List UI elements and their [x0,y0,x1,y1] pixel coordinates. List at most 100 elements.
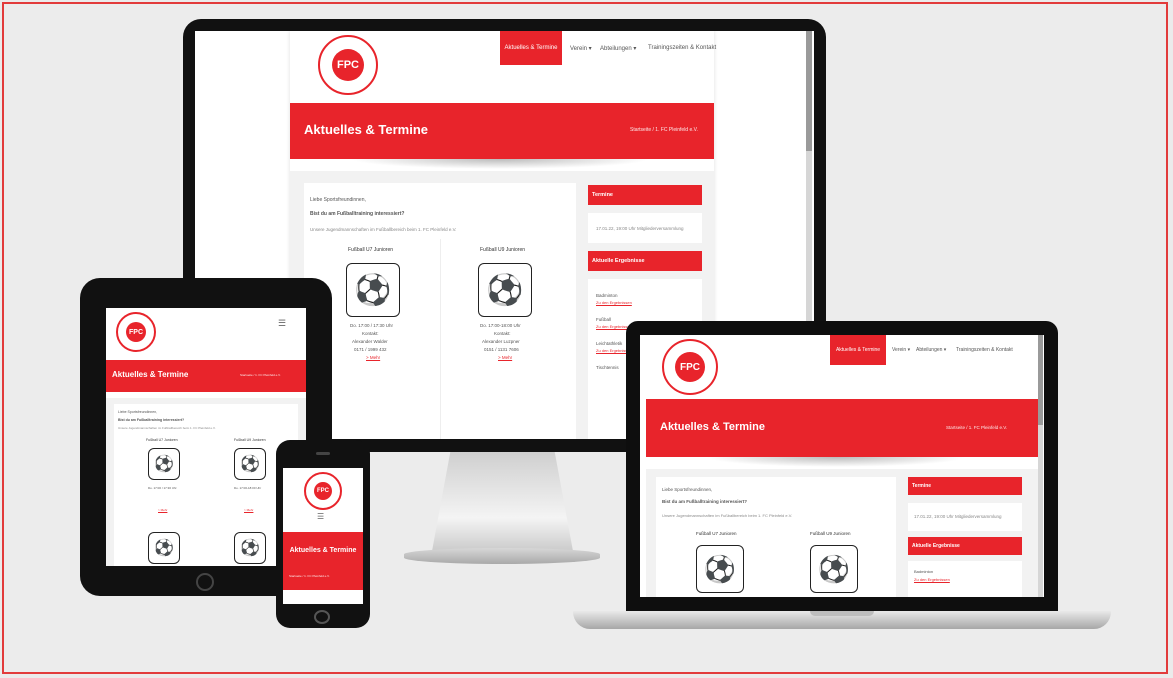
phone-speaker [316,452,330,455]
logo-monogram: FPC [314,482,332,500]
results-heading: Aktuelle Ergebnisse [908,537,1022,555]
intro-text: Unsere Jugendmannschaften im Fußballbere… [662,513,793,518]
nav-verein[interactable]: Verein ▾ [892,347,910,353]
phone-device: FPC ☰ Aktuelles & Termine Startseite / 1… [276,440,370,628]
soccer-player-icon: ⚽ [478,263,532,317]
team-time: Do. 17:00-18:00 Uhr [234,486,262,490]
greeting-text: Liebe Sportsfreundinnen, [118,410,158,414]
soccer-player-icon: ⚽ [234,532,266,564]
page-banner: Aktuelles & Termine Startseite / 1. FC P… [290,103,714,159]
page-title: Aktuelles & Termine [112,370,189,379]
termine-card: 17.01.22, 19:00 Uhr Mitgliederversammlun… [908,503,1022,531]
team-contact-label: Kontakt: [494,331,511,336]
team-title: Fußball U7 Junioren [696,531,737,536]
monitor-stand [430,452,575,562]
club-logo[interactable]: FPC [116,312,156,352]
team-time: Do. 17:00 / 17:30 Uhr [148,486,177,490]
logo-monogram: FPC [126,322,146,342]
laptop-screen: FPC Aktuelles & Termine Verein ▾ Abteilu… [640,335,1044,597]
page-title: Aktuelles & Termine [660,421,765,433]
soccer-player-icon: ⚽ [148,532,180,564]
result-label: Badminton [914,569,934,574]
laptop-device: FPC Aktuelles & Termine Verein ▾ Abteilu… [626,321,1058,611]
subheading-text: Bist du am Fußballtraining interessiert? [662,499,748,504]
soccer-player-icon: ⚽ [346,263,400,317]
termine-card: 17.01.22, 19:00 Uhr Mitgliederversammlun… [588,213,702,243]
breadcrumb[interactable]: Startseite / 1. FC Pleinfeld e.V. [289,574,330,578]
page-banner: Aktuelles & Termine Startseite / 1. FC P… [646,399,1038,457]
home-button-icon[interactable] [314,610,330,624]
result-link[interactable]: Zu den Ergebnissen [596,300,632,305]
termine-heading: Termine [588,185,702,205]
scrollbar-thumb[interactable] [1038,335,1043,425]
soccer-player-icon: ⚽ [234,448,266,480]
intro-text: Unsere Jugendmannschaften im Fußballbere… [118,426,216,430]
nav-trainingszeiten[interactable]: Trainingszeiten & Kontakt [648,45,716,51]
team-title: Fußball U9 Junioren [480,247,526,253]
soccer-player-icon: ⚽ [810,545,858,593]
soccer-player-icon: ⚽ [148,448,180,480]
nav-aktuelles[interactable]: Aktuelles & Termine [500,31,562,65]
soccer-player-icon: ⚽ [696,545,744,593]
team-time: Do. 17:00 / 17:30 Uhr [350,323,394,328]
breadcrumb[interactable]: Startseite / 1. FC Pleinfeld e.V. [630,127,698,133]
termine-text: 17.01.22, 19:00 Uhr Mitgliederversammlun… [596,226,684,231]
page-title: Aktuelles & Termine [304,122,429,137]
nav-verein[interactable]: Verein ▾ [570,45,592,52]
intro-text: Unsere Jugendmannschaften im Fußballbere… [310,227,457,232]
monitor-base [404,548,600,564]
banner-shadow [350,159,650,169]
termine-text: 17.01.22, 19:00 Uhr Mitgliederversammlun… [914,514,1002,519]
result-label: Badminton [596,293,618,298]
team-more-link[interactable]: > Mehr [366,355,380,360]
team-contact-label: Kontakt: [362,331,379,336]
hamburger-menu-icon[interactable]: ☰ [317,512,324,521]
results-heading: Aktuelle Ergebnisse [588,251,702,271]
home-button-icon[interactable] [196,573,214,591]
team-phone: 0171 / 1999 432 [354,347,387,352]
main-card: Liebe Sportsfreundinnen, Bist du am Fußb… [114,404,298,566]
logo-monogram: FPC [332,49,364,81]
termine-heading: Termine [908,477,1022,495]
team-title: Fußball U7 Junioren [146,438,178,442]
nav-aktuelles[interactable]: Aktuelles & Termine [830,335,886,365]
club-logo[interactable]: FPC [662,339,718,395]
team-more-link[interactable]: > Mehr [498,355,512,360]
team-contact-name: Alexander Walder [352,339,388,344]
team-title: Fußball U7 Junioren [348,247,394,253]
result-label: Tischtennis [596,365,619,370]
team-contact-name: Alexander Luzpner [482,339,520,344]
nav-abteilungen[interactable]: Abteilungen ▾ [916,347,946,353]
club-logo[interactable]: FPC [318,35,378,95]
club-logo[interactable]: FPC [304,472,342,510]
laptop-site: FPC Aktuelles & Termine Verein ▾ Abteilu… [646,335,1038,597]
team-more-link[interactable]: > Mehr [158,508,167,512]
page-banner: Aktuelles & Termine Startseite / 1. FC P… [106,360,306,392]
team-title: Fußball U9 Junioren [810,531,851,536]
hamburger-menu-icon[interactable]: ☰ [278,318,286,329]
result-label: Leichtathletik [596,341,623,346]
main-card: Liebe Sportsfreundinnen, Bist du am Fußb… [304,183,576,439]
scrollbar-thumb[interactable] [806,31,812,151]
laptop-notch [810,611,874,616]
team-title: Fußball U9 Junioren [234,438,266,442]
page-banner: Aktuelles & Termine Startseite / 1. FC P… [283,532,363,590]
breadcrumb[interactable]: Startseite / 1. FC Pleinfeld e.V. [946,425,1007,430]
nav-trainingszeiten[interactable]: Trainingszeiten & Kontakt [956,347,1013,353]
column-divider [440,239,441,439]
team-phone: 0151 / 1131 7606 [484,347,519,352]
subheading-text: Bist du am Fußballtraining interessiert? [310,211,405,217]
banner-shadow [706,457,966,467]
team-time: Do. 17:00-18:00 Uhr [480,323,521,328]
result-label: Fußball [596,317,612,322]
main-card: Liebe Sportsfreundinnen, Bist du am Fußb… [656,477,896,597]
team-more-link[interactable]: > Mehr [244,508,253,512]
page-title: Aktuelles & Termine [289,547,357,554]
greeting-text: Liebe Sportsfreundinnen, [310,197,366,203]
nav-abteilungen[interactable]: Abteilungen ▾ [600,45,636,52]
subheading-text: Bist du am Fußballtraining interessiert? [118,418,185,422]
result-link[interactable]: Zu den Ergebnissen [914,577,950,582]
phone-screen: FPC ☰ Aktuelles & Termine Startseite / 1… [283,468,363,604]
breadcrumb[interactable]: Startseite / 1. FC Pleinfeld e.V. [240,373,281,377]
greeting-text: Liebe Sportsfreundinnen, [662,487,713,492]
